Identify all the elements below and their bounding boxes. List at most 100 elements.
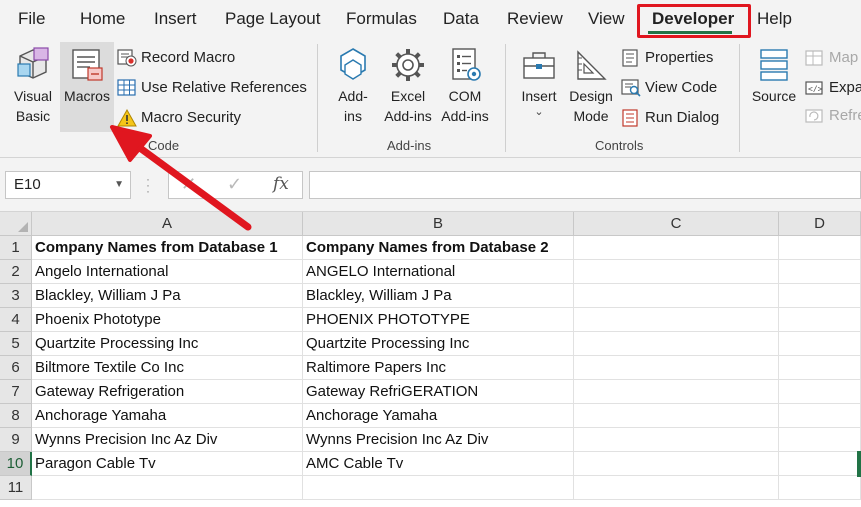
design-mode-button[interactable]: Design Mode [565, 46, 617, 126]
cell-b6[interactable]: Raltimore Papers Inc [303, 356, 574, 380]
cell-a8[interactable]: Anchorage Yamaha [32, 404, 303, 428]
name-box[interactable]: E10 ▼ [5, 171, 131, 199]
refresh-data-label: Refre [829, 107, 861, 124]
macros-button[interactable]: Macros [60, 46, 114, 106]
cell-d6[interactable] [779, 356, 861, 380]
row-header-selected[interactable]: 10 [0, 452, 32, 476]
refresh-icon [805, 109, 823, 123]
row-header[interactable]: 11 [0, 476, 32, 500]
cell-a7[interactable]: Gateway Refrigeration [32, 380, 303, 404]
tab-file[interactable]: File [18, 0, 45, 38]
cancel-icon[interactable]: ✕ [181, 174, 196, 195]
cell-d4[interactable] [779, 308, 861, 332]
cell-c1[interactable] [574, 236, 779, 260]
view-code-icon [621, 79, 641, 97]
ribbon-separator [505, 44, 506, 152]
select-all-button[interactable] [0, 212, 32, 236]
cell-c9[interactable] [574, 428, 779, 452]
row-header[interactable]: 1 [0, 236, 32, 260]
tab-page-layout[interactable]: Page Layout [225, 0, 320, 38]
cell-b10[interactable]: AMC Cable Tv [303, 452, 574, 476]
cell-a10[interactable]: Paragon Cable Tv [32, 452, 303, 476]
properties-label: Properties [645, 49, 714, 66]
cell-c6[interactable] [574, 356, 779, 380]
row-header[interactable]: 6 [0, 356, 32, 380]
cell-c10[interactable] [574, 452, 779, 476]
toolbox-icon [523, 52, 555, 79]
cell-b1[interactable]: Company Names from Database 2 [303, 236, 574, 260]
row-header[interactable]: 5 [0, 332, 32, 356]
source-label: Source [751, 88, 797, 104]
column-header-a[interactable]: A [32, 212, 303, 236]
cell-d2[interactable] [779, 260, 861, 284]
cell-b2[interactable]: ANGELO International [303, 260, 574, 284]
tab-review[interactable]: Review [507, 0, 563, 38]
cell-d11[interactable] [779, 476, 861, 500]
row-header[interactable]: 4 [0, 308, 32, 332]
enter-check-icon[interactable]: ✓ [227, 174, 242, 195]
cell-d5[interactable] [779, 332, 861, 356]
row-header[interactable]: 9 [0, 428, 32, 452]
cell-c2[interactable] [574, 260, 779, 284]
cell-a11[interactable] [32, 476, 303, 500]
cell-b7[interactable]: Gateway RefriGERATION [303, 380, 574, 404]
cell-a9[interactable]: Wynns Precision Inc Az Div [32, 428, 303, 452]
cell-d3[interactable] [779, 284, 861, 308]
spreadsheet-grid: A B C D 1 Company Names from Database 1 … [0, 212, 861, 507]
visual-basic-button[interactable]: Visual Basic [8, 46, 58, 126]
add-ins-label: Add- ins [338, 88, 368, 124]
cell-a6[interactable]: Biltmore Textile Co Inc [32, 356, 303, 380]
column-header-b[interactable]: B [303, 212, 574, 236]
tab-formulas[interactable]: Formulas [346, 0, 417, 38]
cell-b9[interactable]: Wynns Precision Inc Az Div [303, 428, 574, 452]
tab-home[interactable]: Home [80, 0, 125, 38]
cell-a2[interactable]: Angelo International [32, 260, 303, 284]
cell-b4[interactable]: PHOENIX PHOTOTYPE [303, 308, 574, 332]
cell-c7[interactable] [574, 380, 779, 404]
row-header[interactable]: 3 [0, 284, 32, 308]
formula-buttons: ✕ ✓ fx [168, 171, 303, 199]
cell-c8[interactable] [574, 404, 779, 428]
cell-a4[interactable]: Phoenix Phototype [32, 308, 303, 332]
formula-bar-grip-icon[interactable]: · · · [146, 173, 150, 197]
cell-c3[interactable] [574, 284, 779, 308]
excel-add-ins-button[interactable]: Excel Add-ins [379, 46, 437, 126]
com-add-ins-icon [452, 48, 481, 81]
cell-b5[interactable]: Quartzite Processing Inc [303, 332, 574, 356]
cell-c5[interactable] [574, 332, 779, 356]
cell-d1[interactable] [779, 236, 861, 260]
com-add-ins-button[interactable]: COM Add-ins [437, 46, 493, 126]
column-header-d[interactable]: D [779, 212, 861, 236]
name-box-dropdown-icon[interactable]: ▼ [114, 172, 124, 198]
cell-c4[interactable] [574, 308, 779, 332]
warning-icon [117, 109, 137, 127]
cell-d7[interactable] [779, 380, 861, 404]
source-button[interactable]: Source [748, 46, 800, 106]
insert-function-icon[interactable]: fx [273, 174, 289, 194]
cell-d9[interactable] [779, 428, 861, 452]
cell-c11[interactable] [574, 476, 779, 500]
row-header[interactable]: 7 [0, 380, 32, 404]
cell-a5[interactable]: Quartzite Processing Inc [32, 332, 303, 356]
ribbon-separator [317, 44, 318, 152]
cell-d8[interactable] [779, 404, 861, 428]
add-ins-button[interactable]: Add- ins [330, 46, 376, 126]
source-icon [760, 49, 788, 81]
cell-b8[interactable]: Anchorage Yamaha [303, 404, 574, 428]
cell-b11[interactable] [303, 476, 574, 500]
row-header[interactable]: 8 [0, 404, 32, 428]
tab-view[interactable]: View [588, 0, 625, 38]
tab-insert[interactable]: Insert [154, 0, 197, 38]
insert-control-button[interactable]: Insert ⌄ [515, 46, 563, 118]
row-header[interactable]: 2 [0, 260, 32, 284]
cell-b3[interactable]: Blackley, William J Pa [303, 284, 574, 308]
add-ins-icon [340, 48, 366, 80]
name-box-value: E10 [14, 176, 41, 193]
column-header-c[interactable]: C [574, 212, 779, 236]
tab-help[interactable]: Help [757, 0, 792, 38]
tab-data[interactable]: Data [443, 0, 479, 38]
cell-a3[interactable]: Blackley, William J Pa [32, 284, 303, 308]
cell-a1[interactable]: Company Names from Database 1 [32, 236, 303, 260]
formula-input[interactable] [309, 171, 861, 199]
cell-d10[interactable] [779, 452, 861, 476]
